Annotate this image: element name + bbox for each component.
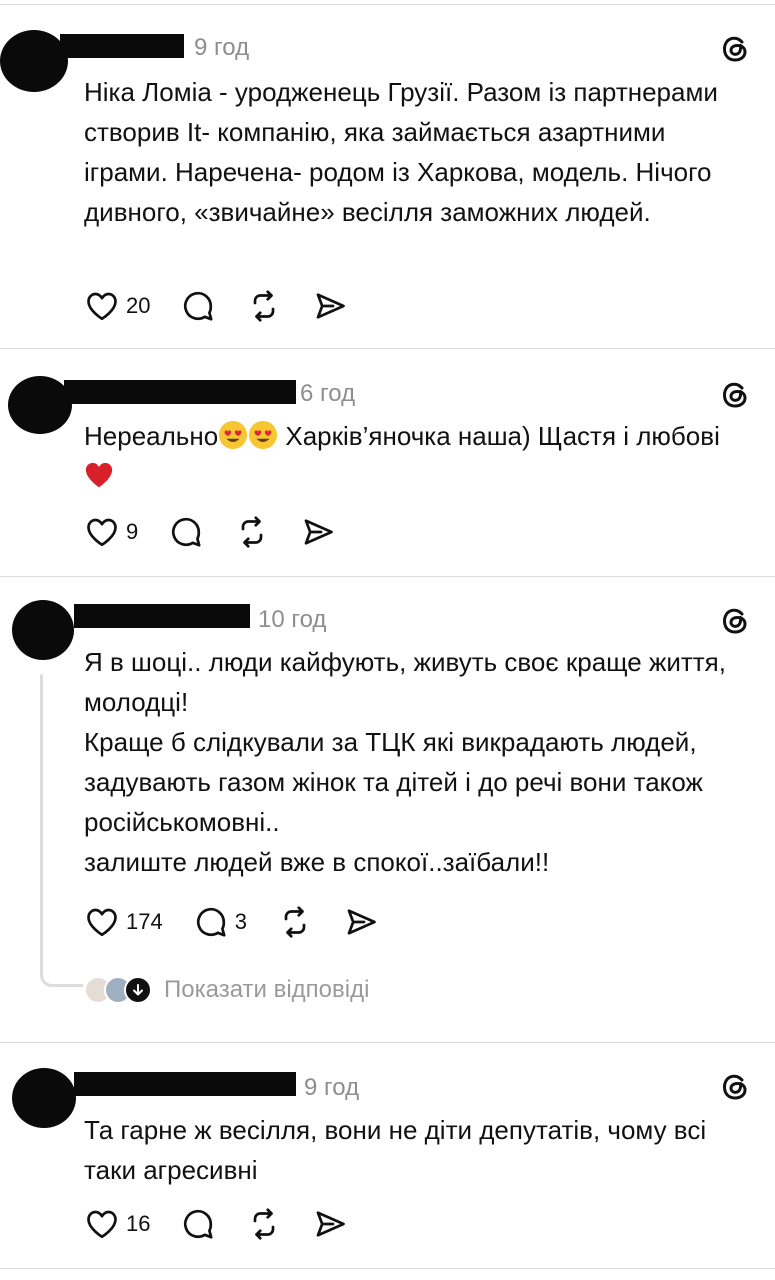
like-count: 174 <box>126 909 163 934</box>
thread-connector <box>40 960 83 987</box>
share-button[interactable] <box>312 288 348 324</box>
repost-button[interactable] <box>246 1206 282 1242</box>
post-paragraph: Ніка Ломіа - уродженець Грузії. Разом із… <box>84 77 718 227</box>
like-button[interactable]: 9 <box>84 514 138 550</box>
heart-icon <box>87 292 117 321</box>
username-redacted[interactable] <box>74 1072 296 1096</box>
post-time: 10 год <box>258 606 327 633</box>
repost-icon <box>284 906 306 938</box>
heart-eyes-emoji <box>219 420 248 450</box>
threads-logo-icon[interactable] <box>718 378 752 412</box>
username-redacted[interactable] <box>64 380 296 404</box>
repost-icon <box>254 290 275 322</box>
like-count: 20 <box>126 293 151 318</box>
red-heart-emoji <box>85 462 113 488</box>
avatar[interactable] <box>12 600 74 660</box>
share-icon <box>347 909 376 935</box>
post-time: 6 год <box>300 380 356 407</box>
comment-button[interactable]: 3 <box>193 904 247 940</box>
action-bar: 20 <box>84 288 378 324</box>
share-button[interactable] <box>300 514 336 550</box>
reply-count: 3 <box>234 909 247 934</box>
share-icon <box>317 293 346 319</box>
action-bar: 174 3 <box>84 904 409 940</box>
threads-logo-icon[interactable] <box>718 604 752 638</box>
post-paragraph: Нереально Харків’яночка наша) Щастя і лю… <box>84 416 756 496</box>
post-time: 9 год <box>304 1074 360 1101</box>
thread-line <box>40 674 43 964</box>
heart-icon <box>87 908 117 937</box>
share-icon <box>317 1211 346 1237</box>
post-text: Ніка Ломіа - уродженець Грузії. Разом із… <box>84 72 756 232</box>
like-button[interactable]: 174 <box>84 904 163 940</box>
like-count: 9 <box>126 519 139 544</box>
top-divider <box>0 4 775 5</box>
avatar[interactable] <box>8 376 72 434</box>
heart-eyes-emoji <box>249 420 278 450</box>
post-divider <box>0 576 775 577</box>
repost-icon <box>241 516 263 548</box>
share-icon <box>304 519 334 545</box>
heart-icon <box>87 1210 117 1239</box>
post-text-end: Харків’яночка наша) Щастя і любові <box>278 421 720 451</box>
share-button[interactable] <box>312 1206 348 1242</box>
show-replies-link[interactable]: Показати відповіді <box>164 976 369 1004</box>
post-paragraph: залиште людей вже в спокої..заїбали!! <box>84 847 550 877</box>
username-redacted[interactable] <box>74 604 250 628</box>
post-paragraph: Я в шоці.. люди кайфують, живуть своє кр… <box>84 647 726 717</box>
arrow-down-icon <box>133 984 143 996</box>
post-divider <box>0 348 775 349</box>
avatar[interactable] <box>0 30 68 92</box>
repost-button[interactable] <box>234 514 270 550</box>
comment-icon <box>172 517 201 547</box>
threads-logo-icon[interactable] <box>718 32 752 66</box>
share-button[interactable] <box>343 904 379 940</box>
post-text: Нереально Харків’яночка наша) Щастя і лю… <box>84 416 756 496</box>
post-paragraph: Краще б слідкували за ТЦК які викрадають… <box>84 727 703 837</box>
heart-icon <box>87 518 117 547</box>
post-text: Та гарне ж весілля, вони не діти депутат… <box>84 1110 756 1190</box>
post-divider <box>0 1042 775 1043</box>
like-button[interactable]: 16 <box>84 1206 150 1242</box>
comment-button[interactable] <box>168 514 204 550</box>
repost-icon <box>254 1208 275 1240</box>
show-replies-row[interactable]: Показати відповіді <box>84 976 369 1004</box>
comment-button[interactable] <box>180 1206 216 1242</box>
bottom-divider <box>0 1268 775 1269</box>
repost-button[interactable] <box>246 288 282 324</box>
repost-button[interactable] <box>277 904 313 940</box>
avatar[interactable] <box>12 1068 76 1128</box>
action-bar: 9 <box>84 514 366 550</box>
like-button[interactable]: 20 <box>84 288 150 324</box>
post-time: 9 год <box>194 34 250 61</box>
comment-icon <box>184 291 214 321</box>
post-text-start: Нереально <box>84 421 219 451</box>
comment-icon <box>184 1209 214 1239</box>
reply-avatar <box>124 976 152 1004</box>
comment-icon <box>196 907 226 937</box>
action-bar: 16 <box>84 1206 378 1242</box>
threads-logo-icon[interactable] <box>718 1070 752 1104</box>
post-text: Я в шоці.. люди кайфують, живуть своє кр… <box>84 642 756 882</box>
username-redacted[interactable] <box>60 34 184 58</box>
like-count: 16 <box>126 1211 151 1236</box>
post-paragraph: Та гарне ж весілля, вони не діти депутат… <box>84 1115 707 1185</box>
comment-button[interactable] <box>180 288 216 324</box>
